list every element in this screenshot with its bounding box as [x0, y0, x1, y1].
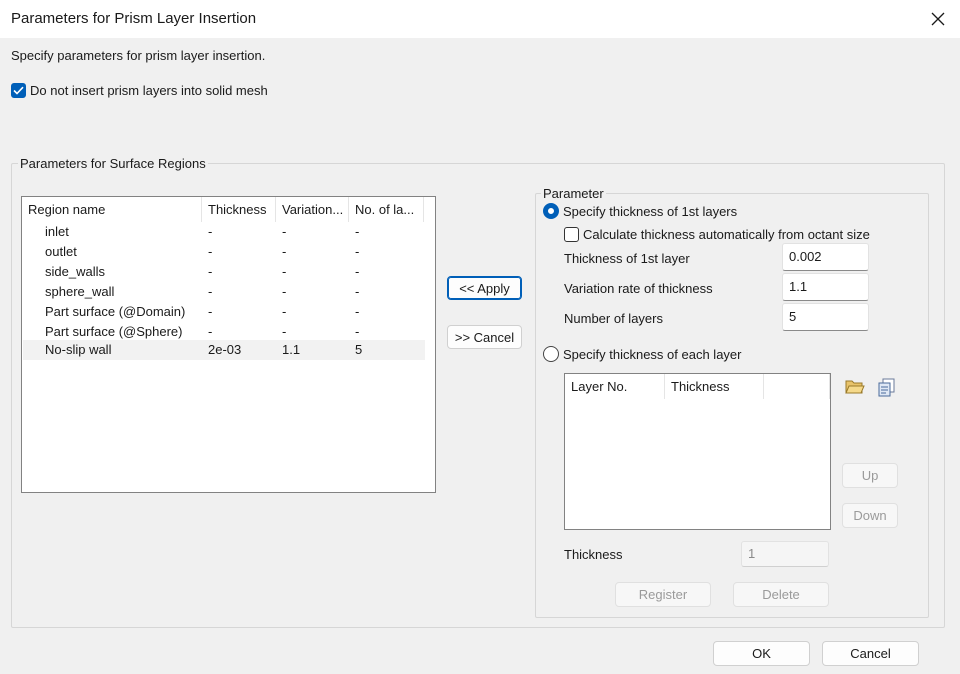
- variation-cell: -: [282, 304, 287, 319]
- radio-button[interactable]: [543, 203, 559, 219]
- layers-cell: -: [355, 284, 360, 299]
- table-row[interactable]: inlet - - -: [23, 222, 425, 242]
- copy-icon: [878, 378, 895, 397]
- cancel-button[interactable]: Cancel: [822, 641, 919, 666]
- column-empty: [764, 374, 830, 399]
- region-name-cell: side_walls: [45, 264, 105, 279]
- window-title: Parameters for Prism Layer Insertion: [11, 10, 257, 27]
- variation-cell: -: [282, 224, 287, 239]
- thickness-cell: -: [208, 284, 213, 299]
- close-icon: [931, 12, 945, 26]
- region-name-cell: sphere_wall: [45, 284, 115, 299]
- variation-cell: 1.1: [282, 342, 301, 357]
- first-layer-radio[interactable]: Specify thickness of 1st layers: [543, 203, 737, 219]
- thickness-label: Thickness: [564, 547, 623, 562]
- copy-button[interactable]: [875, 375, 899, 399]
- thickness-cell: 2e-03: [208, 342, 242, 357]
- checkbox-box[interactable]: [564, 227, 579, 242]
- delete-button[interactable]: Delete: [733, 582, 829, 607]
- auto-calc-checkbox[interactable]: Calculate thickness automatically from o…: [564, 227, 870, 242]
- table-row[interactable]: side_walls - - -: [23, 262, 425, 282]
- cancel-apply-button[interactable]: >> Cancel: [447, 325, 522, 349]
- thickness-cell: -: [208, 244, 213, 259]
- layer-table-header: Layer No. Thickness: [565, 374, 830, 399]
- variation-cell: -: [282, 284, 287, 299]
- table-row[interactable]: sphere_wall - - -: [23, 282, 425, 302]
- region-name-cell: Part surface (@Sphere): [45, 324, 183, 339]
- layers-cell: -: [355, 224, 360, 239]
- register-button[interactable]: Register: [615, 582, 711, 607]
- thickness-first-label: Thickness of 1st layer: [564, 251, 690, 266]
- region-name-cell: No-slip wall: [45, 342, 112, 357]
- variation-cell: -: [282, 324, 287, 339]
- description-text: Specify parameters for prism layer inser…: [11, 48, 266, 63]
- parameter-group-label: Parameter: [541, 186, 606, 201]
- no-solid-mesh-checkbox[interactable]: Do not insert prism layers into solid me…: [11, 83, 268, 98]
- region-name-cell: outlet: [45, 244, 77, 259]
- thickness-cell: -: [208, 264, 213, 279]
- no-solid-mesh-label: Do not insert prism layers into solid me…: [30, 83, 268, 98]
- thickness-cell: -: [208, 324, 213, 339]
- ok-button[interactable]: OK: [713, 641, 810, 666]
- variation-rate-label: Variation rate of thickness: [564, 281, 713, 296]
- each-layer-radio-label: Specify thickness of each layer: [563, 346, 742, 362]
- first-layer-radio-label: Specify thickness of 1st layers: [563, 203, 738, 219]
- variation-cell: -: [282, 244, 287, 259]
- layers-cell: -: [355, 244, 360, 259]
- table-row[interactable]: Part surface (@Sphere) - - -: [23, 322, 425, 342]
- down-button[interactable]: Down: [842, 503, 898, 528]
- up-button[interactable]: Up: [842, 463, 898, 488]
- column-layer-no[interactable]: Layer No.: [565, 374, 665, 399]
- region-list[interactable]: Region name Thickness Variation... No. o…: [21, 196, 436, 493]
- surface-regions-group-label: Parameters for Surface Regions: [18, 156, 208, 171]
- region-list-header: Region name Thickness Variation... No. o…: [22, 197, 435, 222]
- radio-button[interactable]: [543, 346, 559, 362]
- column-region-name[interactable]: Region name: [22, 197, 202, 222]
- table-row[interactable]: Part surface (@Domain) - - -: [23, 302, 425, 322]
- thickness-input[interactable]: 1: [741, 541, 829, 567]
- num-layers-input[interactable]: 5: [782, 303, 869, 331]
- thickness-cell: -: [208, 224, 213, 239]
- auto-calc-label: Calculate thickness automatically from o…: [583, 227, 870, 242]
- layers-cell: -: [355, 264, 360, 279]
- layers-cell: 5: [355, 342, 363, 357]
- region-name-cell: inlet: [45, 224, 69, 239]
- region-name-cell: Part surface (@Domain): [45, 304, 186, 319]
- layers-cell: -: [355, 304, 360, 319]
- checkmark-icon: [13, 86, 24, 95]
- num-layers-label: Number of layers: [564, 311, 663, 326]
- open-file-button[interactable]: [843, 375, 867, 399]
- column-layer-thickness[interactable]: Thickness: [665, 374, 764, 399]
- table-row-selected[interactable]: No-slip wall 2e-03 1.1 5: [23, 340, 425, 360]
- variation-cell: -: [282, 264, 287, 279]
- column-thickness[interactable]: Thickness: [202, 197, 276, 222]
- column-num-layers[interactable]: No. of la...: [349, 197, 424, 222]
- checkbox-box[interactable]: [11, 83, 26, 98]
- thickness-first-input[interactable]: 0.002: [782, 243, 869, 271]
- apply-button[interactable]: << Apply: [447, 276, 522, 300]
- thickness-cell: -: [208, 304, 213, 319]
- close-button[interactable]: [916, 2, 960, 36]
- table-row[interactable]: outlet - - -: [23, 242, 425, 262]
- layer-table[interactable]: Layer No. Thickness: [564, 373, 831, 530]
- folder-open-icon: [845, 380, 865, 394]
- layers-cell: -: [355, 324, 360, 339]
- column-variation[interactable]: Variation...: [276, 197, 349, 222]
- each-layer-radio[interactable]: Specify thickness of each layer: [543, 346, 741, 362]
- variation-rate-input[interactable]: 1.1: [782, 273, 869, 301]
